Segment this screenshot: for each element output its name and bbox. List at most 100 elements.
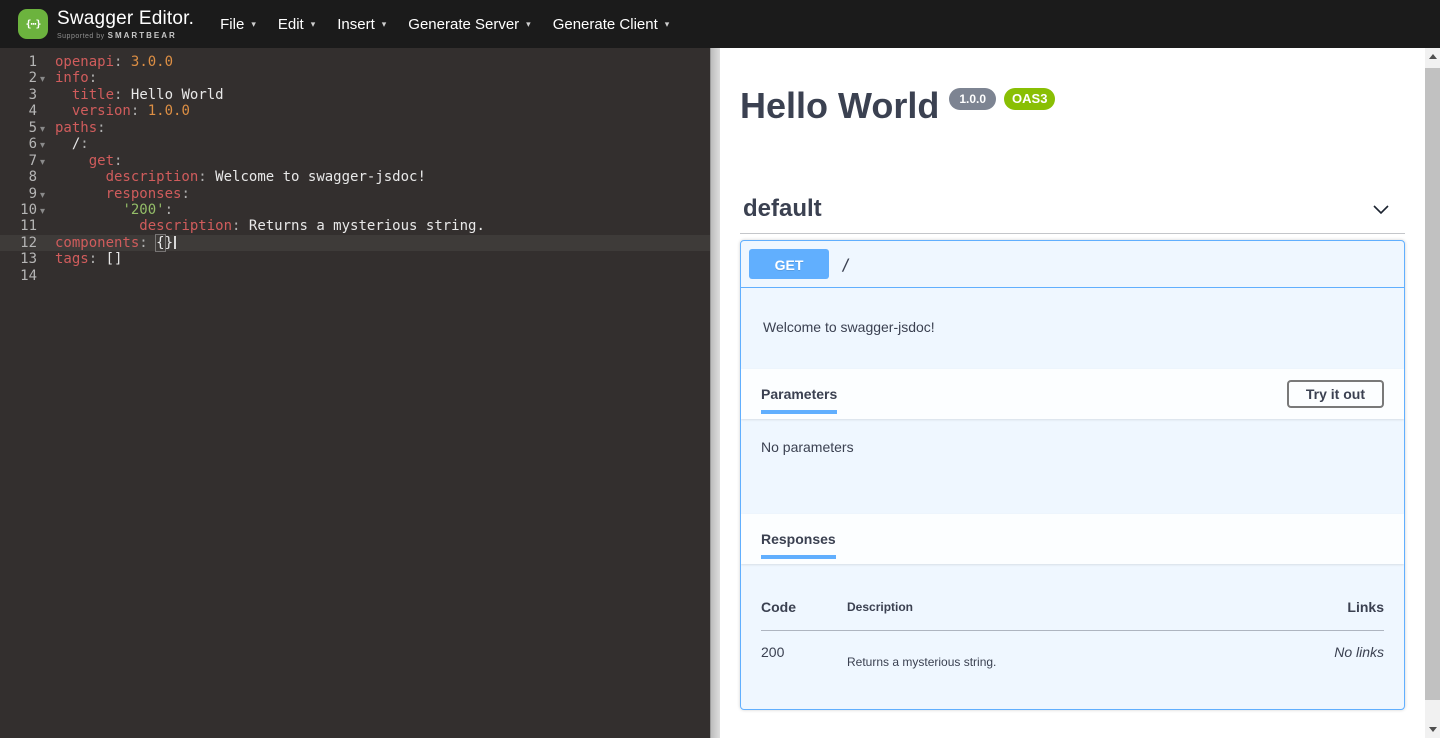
menu-label: Insert [337, 16, 375, 33]
operation-summary[interactable]: GET / [741, 241, 1404, 288]
preview-scrollbar [1425, 48, 1440, 738]
caret-down-icon: ▾ [526, 19, 531, 30]
column-header-description: Description [847, 584, 1250, 631]
code-line[interactable]: description: Returns a mysterious string… [48, 218, 710, 234]
editor-line: 2▾info: [0, 70, 710, 86]
parameters-header: Parameters Try it out [741, 369, 1404, 419]
editor-line: 13tags: [] [0, 251, 710, 267]
code-line[interactable] [48, 268, 710, 284]
api-title: Hello World [740, 88, 939, 124]
editor-line: 3 title: Hello World [0, 87, 710, 103]
caret-down-icon: ▾ [311, 19, 316, 30]
code-line[interactable]: get: [48, 153, 710, 169]
line-number: 4 [0, 103, 48, 119]
line-number: 5▾ [0, 120, 48, 136]
line-number: 12 [0, 235, 48, 251]
scroll-down-button[interactable] [1425, 721, 1440, 738]
navbar: {⋯} Swagger Editor. Supported bySMARTBEA… [0, 0, 1440, 48]
menu-generate-server[interactable]: Generate Server ▾ [408, 16, 530, 33]
menu-label: Generate Server [408, 16, 519, 33]
code-line[interactable]: version: 1.0.0 [48, 103, 710, 119]
tag-section-default[interactable]: default [740, 195, 1405, 234]
code-line[interactable]: openapi: 3.0.0 [48, 54, 710, 70]
code-line[interactable]: description: Welcome to swagger-jsdoc! [48, 169, 710, 185]
menu-insert[interactable]: Insert ▾ [337, 16, 386, 33]
menu-label: File [220, 16, 244, 33]
responses-table: Code Description Links 200 Returns a mys… [761, 584, 1384, 689]
caret-down-icon: ▾ [251, 19, 256, 30]
column-header-links: Links [1250, 584, 1384, 631]
caret-down-icon: ▾ [665, 19, 670, 30]
line-number: 8 [0, 169, 48, 185]
swagger-logo-icon: {⋯} [18, 9, 48, 39]
scrollbar-thumb[interactable] [1425, 68, 1440, 700]
line-number: 6▾ [0, 136, 48, 152]
line-number: 10▾ [0, 202, 48, 218]
editor-line: 14 [0, 268, 710, 284]
tag-title: default [743, 195, 822, 223]
code-line[interactable]: components: {} [48, 235, 710, 251]
parameters-body: No parameters [741, 419, 1404, 514]
code-line[interactable]: title: Hello World [48, 87, 710, 103]
operation-path: / [841, 255, 851, 274]
chevron-down-icon[interactable] [1371, 199, 1391, 219]
scroll-down-icon [1429, 727, 1437, 732]
scroll-up-icon [1429, 54, 1437, 59]
oas3-badge: OAS3 [1004, 88, 1055, 110]
column-header-code: Code [761, 584, 847, 631]
try-it-out-button[interactable]: Try it out [1287, 380, 1384, 408]
editor-line: 7▾ get: [0, 153, 710, 169]
version-badge: 1.0.0 [949, 88, 996, 110]
editor-line: 4 version: 1.0.0 [0, 103, 710, 119]
operation-description: Welcome to swagger-jsdoc! [741, 288, 1404, 369]
code-line[interactable]: tags: [] [48, 251, 710, 267]
line-number: 3 [0, 87, 48, 103]
brand: {⋯} Swagger Editor. Supported bySMARTBEA… [18, 9, 194, 40]
api-info-header: Hello World 1.0.0 OAS3 [740, 88, 1405, 124]
tab-parameters[interactable]: Parameters [761, 386, 837, 402]
navbar-menu: File▾Edit▾Insert▾Generate Server▾Generat… [220, 16, 691, 33]
line-number: 1 [0, 54, 48, 70]
line-number: 13 [0, 251, 48, 267]
editor-line: 9▾ responses: [0, 186, 710, 202]
menu-edit[interactable]: Edit ▾ [278, 16, 315, 33]
smartbear-label: SMARTBEAR [108, 31, 177, 40]
supported-by-label: Supported by [57, 33, 105, 40]
code-line[interactable]: /: [48, 136, 710, 152]
line-number: 7▾ [0, 153, 48, 169]
responses-body: Code Description Links 200 Returns a mys… [741, 564, 1404, 709]
badges: 1.0.0 OAS3 [949, 88, 1055, 110]
no-parameters-label: No parameters [761, 439, 854, 455]
line-number: 11 [0, 218, 48, 234]
editor-line: 1openapi: 3.0.0 [0, 54, 710, 70]
code-line[interactable]: info: [48, 70, 710, 86]
line-number: 14 [0, 268, 48, 284]
swagger-ui-preview: Hello World 1.0.0 OAS3 default GET / Wel… [720, 48, 1425, 738]
response-description-text: Returns a mysterious string. [847, 655, 1250, 669]
response-row-200: 200 Returns a mysterious string. No link… [761, 631, 1384, 690]
line-number: 2▾ [0, 70, 48, 86]
menu-generate-client[interactable]: Generate Client▾ [553, 16, 670, 33]
editor-line: 10▾ '200': [0, 202, 710, 218]
code-line[interactable]: paths: [48, 120, 710, 136]
line-number: 9▾ [0, 186, 48, 202]
brand-text: Swagger Editor. Supported bySMARTBEAR [57, 9, 194, 40]
editor-line: 11 description: Returns a mysterious str… [0, 218, 710, 234]
brand-subtitle: Supported bySMARTBEAR [57, 31, 194, 40]
code-line[interactable]: responses: [48, 186, 710, 202]
menu-label: Edit [278, 16, 304, 33]
code-line[interactable]: '200': [48, 202, 710, 218]
scroll-up-button[interactable] [1425, 48, 1440, 65]
menu-file[interactable]: File ▾ [220, 16, 256, 33]
get-method-button[interactable]: GET [749, 249, 829, 279]
responses-header: Responses [741, 514, 1404, 564]
yaml-editor[interactable]: 1openapi: 3.0.02▾info:3 title: Hello Wor… [0, 48, 710, 738]
app-title: Swagger Editor. [57, 9, 194, 29]
editor-line: 12components: {} [0, 235, 710, 251]
pane-splitter[interactable] [710, 48, 720, 738]
opblock-get: GET / Welcome to swagger-jsdoc! Paramete… [740, 240, 1405, 710]
responses-table-header-row: Code Description Links [761, 584, 1384, 631]
caret-down-icon: ▾ [382, 19, 387, 30]
editor-line: 8 description: Welcome to swagger-jsdoc! [0, 169, 710, 185]
editor-line: 6▾ /: [0, 136, 710, 152]
